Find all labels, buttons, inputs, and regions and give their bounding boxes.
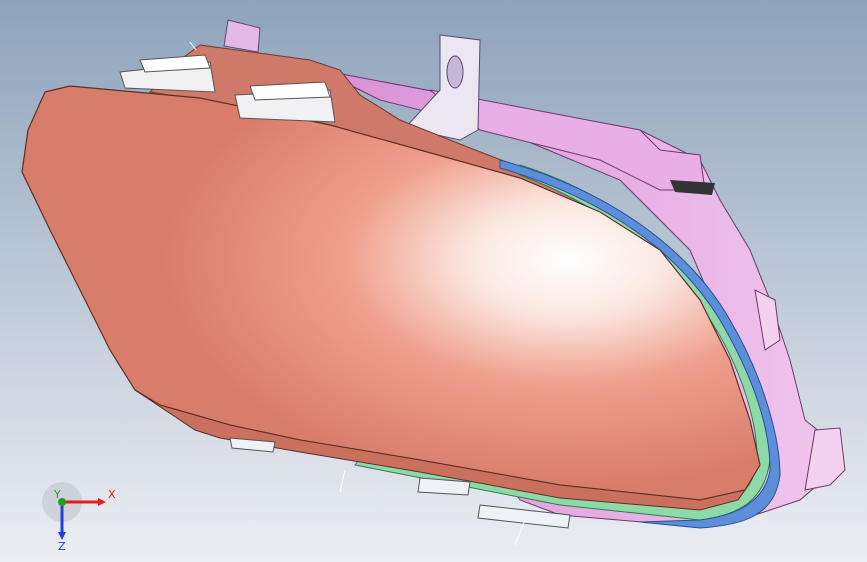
headlamp-model-scene[interactable] <box>0 0 867 562</box>
bracket-hole <box>446 55 464 89</box>
z-axis-head <box>58 532 66 540</box>
x-axis-label: X <box>108 488 116 501</box>
cad-3d-viewport[interactable]: X Y Z <box>0 0 867 562</box>
z-axis-label: Z <box>58 540 66 550</box>
y-axis-label: Y <box>53 488 61 501</box>
axis-triad: X Y Z <box>42 482 116 550</box>
x-axis-head <box>98 498 106 506</box>
